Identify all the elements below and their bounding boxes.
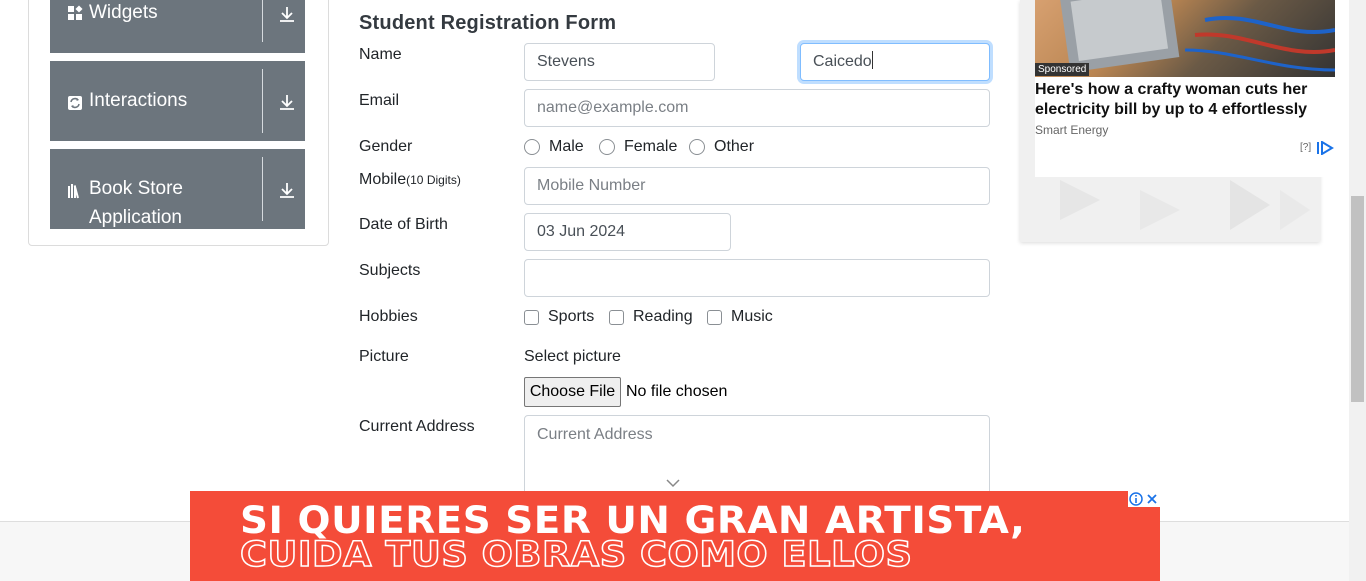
checkbox-box[interactable]: [524, 309, 539, 325]
gender-male-radio[interactable]: Male: [524, 138, 584, 156]
current-address-label: Current Address: [359, 418, 475, 435]
checkbox-box[interactable]: [707, 309, 722, 325]
gender-label: Gender: [359, 138, 413, 155]
sidebar-group-interactions[interactable]: Interactions: [50, 61, 305, 141]
subjects-input[interactable]: [524, 259, 990, 297]
select-picture-label: Select picture: [524, 348, 621, 365]
sidebar-group-book-store[interactable]: Book Store Application: [50, 149, 305, 229]
first-name-input[interactable]: Stevens: [524, 43, 715, 81]
hobbies-label: Hobbies: [359, 308, 418, 325]
choose-file-button[interactable]: Choose File: [524, 377, 621, 407]
download-arrow-icon[interactable]: [278, 5, 296, 23]
radio-label: Male: [549, 138, 584, 155]
sidebar-group-label: Book Store: [89, 178, 183, 199]
download-arrow-icon[interactable]: [278, 181, 296, 199]
ad-source[interactable]: Smart Energy: [1035, 123, 1108, 137]
no-file-chosen-text: No file chosen: [626, 383, 728, 400]
ad-help-link[interactable]: [?]: [1300, 142, 1311, 153]
ad-headline[interactable]: Here's how a crafty woman cuts her elect…: [1035, 80, 1325, 120]
sponsored-badge: Sponsored: [1035, 63, 1090, 76]
page: Widgets Interactions Book Store Applicat…: [0, 0, 1366, 581]
checkbox-label: Music: [731, 308, 773, 325]
banner-line-2: CUIDA TUS OBRAS COMO ELLOS: [239, 534, 913, 576]
radio-label: Female: [624, 138, 678, 155]
page-scrollbar-thumb[interactable]: [1351, 196, 1364, 402]
subjects-label: Subjects: [359, 262, 421, 279]
sidebar-group-label-line2: Application: [89, 207, 182, 228]
mobile-label: Mobile(10 Digits): [359, 171, 461, 189]
widgets-icon: [68, 5, 83, 20]
mobile-label-text: Mobile: [359, 171, 407, 188]
hobby-music-checkbox[interactable]: Music: [707, 308, 773, 326]
sidebar-group-label: Interactions: [89, 90, 188, 111]
checkbox-label: Sports: [548, 308, 595, 325]
radio-circle[interactable]: [524, 139, 540, 155]
bottom-banner-ad[interactable]: SI QUIERES SER UN GRAN ARTISTA, CUIDA TU…: [190, 491, 1160, 581]
form-title: Student Registration Form: [359, 12, 617, 34]
last-name-input[interactable]: Caicedo: [800, 43, 990, 81]
group-divider: [262, 157, 263, 221]
info-icon[interactable]: [1128, 491, 1144, 507]
dob-label: Date of Birth: [359, 216, 448, 233]
hobby-reading-checkbox[interactable]: Reading: [609, 308, 693, 326]
mobile-hint: (10 Digits): [406, 173, 461, 187]
close-icon[interactable]: [1144, 491, 1160, 507]
sidebar-group-widgets[interactable]: Widgets: [50, 0, 305, 53]
group-divider: [262, 69, 263, 133]
radio-circle[interactable]: [599, 139, 615, 155]
sidebar-group-label: Widgets: [89, 2, 158, 23]
picture-label: Picture: [359, 348, 409, 365]
gender-female-radio[interactable]: Female: [599, 138, 677, 156]
radio-label: Other: [714, 138, 755, 155]
gender-other-radio[interactable]: Other: [689, 138, 754, 156]
radio-circle[interactable]: [689, 139, 705, 155]
adchoices-icon[interactable]: [1316, 141, 1334, 155]
checkbox-box[interactable]: [609, 309, 624, 325]
hobby-sports-checkbox[interactable]: Sports: [524, 308, 594, 326]
text-caret: [871, 51, 873, 69]
checkbox-label: Reading: [633, 308, 693, 325]
interactions-icon: [68, 96, 82, 110]
mobile-input[interactable]: Mobile Number: [524, 167, 990, 205]
dob-input[interactable]: 03 Jun 2024: [524, 213, 731, 251]
last-name-value: Caicedo: [813, 53, 872, 70]
download-arrow-icon[interactable]: [278, 93, 296, 111]
name-label: Name: [359, 46, 402, 63]
email-input[interactable]: name@example.com: [524, 89, 990, 127]
book-store-icon: [68, 184, 79, 199]
email-label: Email: [359, 92, 400, 109]
chevron-down-icon[interactable]: [666, 478, 680, 488]
group-divider: [262, 0, 263, 42]
